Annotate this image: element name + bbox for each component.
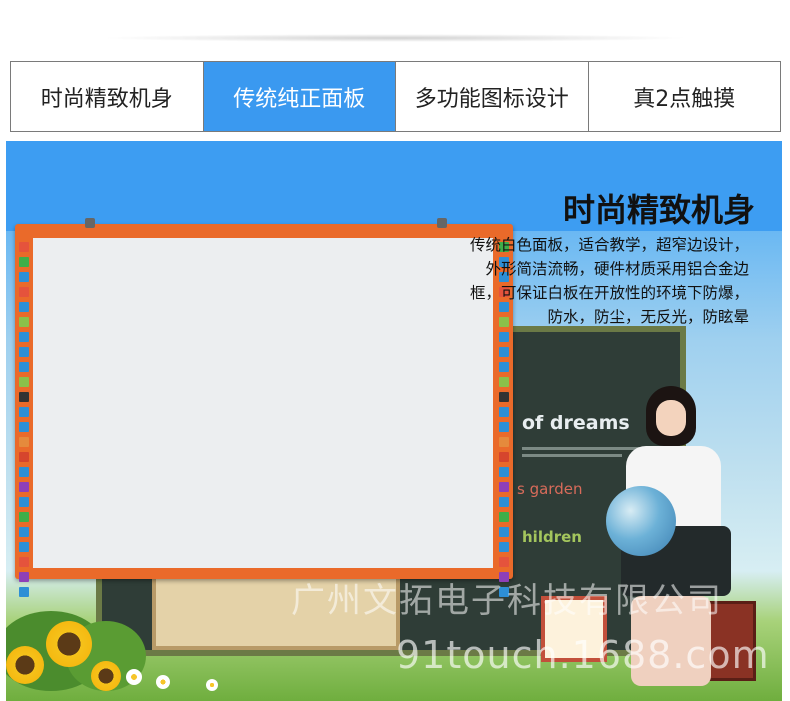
mount-clip (85, 218, 95, 228)
tab-traditional-panel[interactable]: 传统纯正面板 (203, 62, 396, 131)
hero-banner: of dreams s garden hildren 时尚精致机身 传统白色面板… (6, 141, 782, 701)
chalkboard-text-children: hildren (522, 528, 582, 546)
daisy (156, 675, 170, 689)
face (656, 400, 686, 436)
section-description: 传统白色面板，适合教学，超窄边设计，外形简洁流畅，硬件材质采用铝合金边框，可保证… (469, 236, 749, 326)
daisy (206, 679, 218, 691)
feature-tabs: 时尚精致机身 传统纯正面板 多功能图标设计 真2点触摸 (10, 61, 781, 132)
daisy (126, 669, 142, 685)
section-title: 时尚精致机身 (562, 191, 755, 229)
tab-stylish-body[interactable]: 时尚精致机身 (11, 62, 204, 131)
sunflower (91, 661, 121, 691)
chalkboard-text-garden: s garden (517, 480, 583, 498)
interactive-whiteboard (15, 218, 513, 597)
header-shadow (100, 34, 690, 42)
tab-two-point-touch[interactable]: 真2点触摸 (589, 62, 781, 131)
sunflower (46, 621, 92, 667)
globe (606, 486, 676, 556)
company-watermark: 广州文拓电子科技有限公司 (291, 581, 723, 621)
sunflower (6, 646, 44, 684)
whiteboard-surface (33, 238, 493, 568)
mount-clip (437, 218, 447, 228)
site-watermark: 91touch.1688.com (396, 633, 770, 677)
left-shortcut-icons (19, 242, 29, 597)
tab-multifunction-icons[interactable]: 多功能图标设计 (396, 62, 589, 131)
